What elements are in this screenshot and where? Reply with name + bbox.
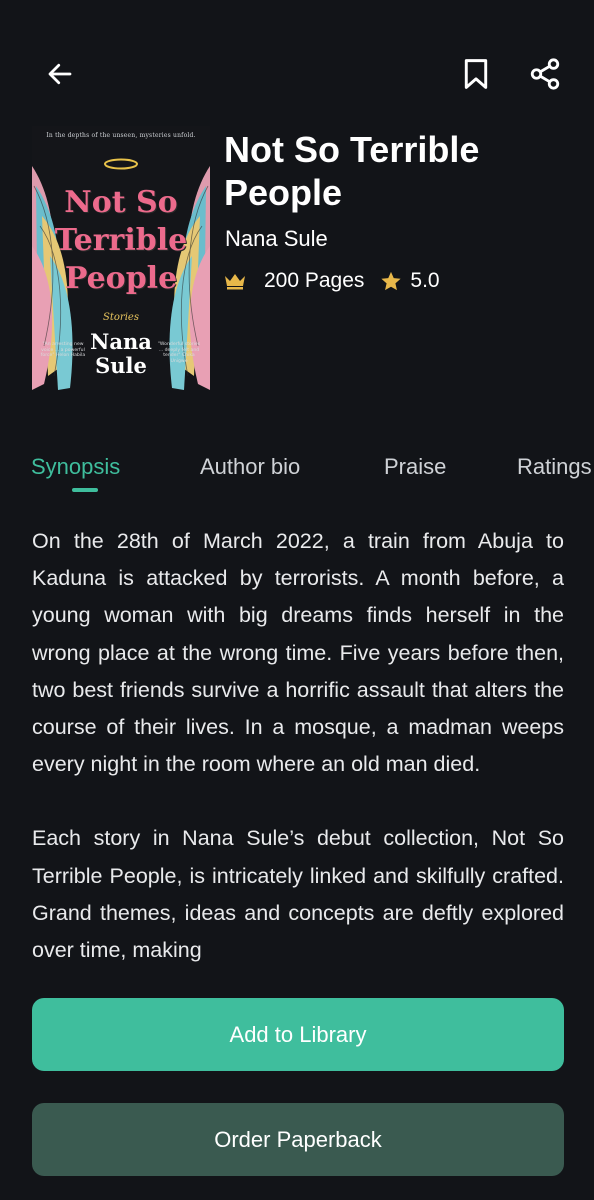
book-title: Not So Terrible People (224, 129, 480, 213)
author-name: Nana Sule (225, 226, 328, 251)
cover-title-line: Not So (64, 185, 178, 220)
bookmark-button[interactable] (452, 50, 500, 98)
book-cover: In the depths of the unseen, mysteries u… (32, 126, 210, 390)
share-button[interactable] (521, 50, 569, 98)
share-icon (528, 57, 562, 91)
tab-author-bio[interactable]: Author bio (200, 454, 300, 480)
rating-value: 5.0 (410, 269, 440, 292)
cover-blurb-left: "An arresting new voice ... a powerful f… (40, 342, 86, 358)
synopsis-paragraph: Each story in Nana Sule’s debut collecti… (32, 826, 564, 963)
tab-praise[interactable]: Praise (384, 454, 446, 480)
tab-ratings[interactable]: Ratings (517, 454, 592, 480)
scroll-fade (0, 960, 594, 990)
cover-blurb-right: "Wonderful stories ... deeply felt and t… (157, 342, 201, 364)
add-to-library-button[interactable]: Add to Library (32, 998, 564, 1071)
synopsis-text[interactable]: On the 28th of March 2022, a train from … (32, 523, 564, 983)
order-paperback-button[interactable]: Order Paperback (32, 1103, 564, 1176)
synopsis-paragraph: On the 28th of March 2022, a train from … (32, 529, 564, 777)
bookmark-icon (461, 57, 491, 91)
cover-title-line: People (64, 261, 178, 296)
content-tabs: Synopsis Author bio Praise Ratings (0, 448, 594, 496)
back-button[interactable] (36, 50, 84, 98)
cover-tagline: In the depths of the unseen, mysteries u… (46, 132, 196, 139)
star-icon (380, 270, 402, 292)
cover-stories-label: Stories (103, 312, 139, 323)
tab-synopsis[interactable]: Synopsis (31, 454, 120, 480)
page-count: 200 Pages (264, 269, 365, 292)
arrow-left-icon (45, 59, 75, 89)
crown-icon (224, 272, 246, 290)
active-tab-indicator (72, 488, 98, 492)
cover-title: Not So Terrible People (32, 184, 210, 298)
cover-title-line: Terrible (54, 223, 188, 258)
book-meta: 200 Pages 5.0 (224, 266, 440, 296)
